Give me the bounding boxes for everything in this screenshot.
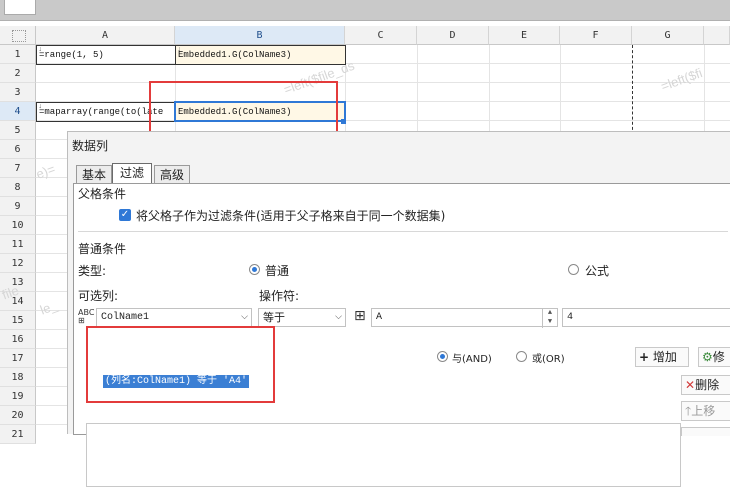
row-header[interactable]: 7	[0, 159, 36, 178]
column-header-f[interactable]: F	[560, 26, 632, 45]
value-type-text: A	[376, 312, 383, 323]
column-header-b[interactable]: B	[175, 26, 345, 45]
move-down-button[interactable]	[681, 427, 730, 436]
column-select-value: ColName1	[101, 312, 150, 323]
logic-or-label: 或(OR)	[532, 354, 565, 365]
parent-checkbox-label: 将父格子作为过滤条件(适用于父子格来自于同一个数据集)	[136, 209, 446, 223]
cell-expand-marker: ↓	[38, 46, 43, 54]
row-header[interactable]: 12	[0, 254, 36, 273]
operator-label: 操作符:	[259, 289, 300, 303]
value-input-text: 4	[567, 312, 574, 323]
cell-a1[interactable]: ↓ =range(1, 5)	[36, 45, 176, 65]
move-up-button-label: 上移	[691, 404, 716, 418]
delete-button[interactable]: ✕删除	[681, 375, 730, 395]
row-header[interactable]: 5	[0, 121, 36, 140]
cell-a4-text: =maparray(range(to(late	[39, 107, 164, 117]
column-header-h[interactable]	[704, 26, 730, 45]
row-header[interactable]: 21	[0, 425, 36, 444]
row-header[interactable]: 20	[0, 406, 36, 425]
row-header[interactable]: 17	[0, 349, 36, 368]
row-header[interactable]: 15	[0, 311, 36, 330]
toolbar-tab[interactable]	[4, 0, 36, 15]
type-normal-label: 普通	[265, 264, 290, 278]
move-up-button[interactable]: 🡑上移	[681, 401, 730, 421]
toolbar-strip	[0, 0, 730, 21]
type-normal-radio[interactable]	[249, 264, 260, 275]
grid-row	[36, 64, 730, 83]
normal-condition-heading: 普通条件	[78, 242, 127, 256]
divider	[78, 231, 728, 232]
tab-advanced[interactable]: 高级	[154, 165, 190, 184]
column-header-d[interactable]: D	[417, 26, 489, 45]
row-header[interactable]: 11	[0, 235, 36, 254]
add-button[interactable]: + 增加	[635, 347, 689, 367]
dialog-title: 数据列	[72, 139, 109, 153]
row-header[interactable]: 1	[0, 45, 36, 64]
row-header[interactable]: 8	[0, 178, 36, 197]
cell-expand-marker: ↓	[38, 103, 43, 111]
logic-and-label: 与(AND)	[452, 354, 492, 365]
checkbox-checked-icon[interactable]: ✓	[119, 209, 131, 221]
add-button-label: 增加	[652, 350, 677, 364]
column-header-e[interactable]: E	[489, 26, 560, 45]
row-header[interactable]: 4	[0, 102, 36, 121]
tab-basic[interactable]: 基本	[76, 165, 112, 184]
column-select[interactable]: ColName1 ⌵	[96, 308, 252, 327]
grid-corner-icon	[12, 30, 26, 42]
grid-row	[36, 83, 730, 102]
parent-condition-heading: 父格条件	[78, 187, 127, 201]
column-header-c[interactable]: C	[345, 26, 417, 45]
column-header-g[interactable]: G	[632, 26, 704, 45]
operator-select[interactable]: 等于 ⌵	[258, 308, 346, 327]
modify-button-label: 修	[712, 350, 725, 364]
row-header[interactable]: 10	[0, 216, 36, 235]
modify-button[interactable]: ⚙修	[698, 347, 730, 367]
column-header-a[interactable]: A	[36, 26, 175, 45]
cell-b1[interactable]: ↓ Embedded1.G(ColName3)	[175, 45, 346, 65]
row-header[interactable]: 3	[0, 83, 36, 102]
condition-list[interactable]	[86, 423, 681, 487]
annotation-box-condition	[86, 326, 275, 403]
chevron-down-icon: ⌵	[335, 312, 342, 322]
page-break-line	[632, 45, 633, 135]
cell-b1-text: Embedded1.G(ColName3)	[178, 50, 292, 60]
row-header[interactable]: 6	[0, 140, 36, 159]
value-input[interactable]: 4	[562, 308, 730, 327]
column-label: 可选列:	[78, 289, 119, 303]
row-header[interactable]: 9	[0, 197, 36, 216]
operator-select-value: 等于	[263, 311, 285, 324]
logic-and-radio[interactable]	[437, 351, 448, 362]
cell-a1-text: =range(1, 5)	[39, 50, 104, 60]
row-header[interactable]: 16	[0, 330, 36, 349]
spinner-up-down-icon[interactable]: ▲ ▼	[542, 309, 557, 328]
type-formula-label: 公式	[585, 264, 610, 278]
row-header[interactable]: 18	[0, 368, 36, 387]
modify-icon: ⚙	[702, 350, 713, 364]
select-all-corner[interactable]	[0, 26, 36, 45]
grid-value-icon[interactable]: ⊞	[354, 309, 366, 323]
cell-expand-marker: ↓	[177, 46, 182, 54]
value-type-select[interactable]: A ▲ ▼	[371, 308, 558, 328]
row-header[interactable]: 19	[0, 387, 36, 406]
tab-filter[interactable]: 过滤	[112, 163, 152, 184]
plus-icon: +	[639, 350, 650, 364]
chevron-down-icon: ⌵	[241, 312, 248, 322]
delete-x-icon: ✕	[685, 378, 696, 392]
delete-button-label: 删除	[695, 378, 720, 392]
abc-column-icon: ABC ⊞	[78, 308, 95, 325]
row-header[interactable]: 2	[0, 64, 36, 83]
logic-or-radio[interactable]	[516, 351, 527, 362]
fill-handle[interactable]	[341, 119, 346, 124]
type-label: 类型:	[78, 264, 107, 278]
type-formula-radio[interactable]	[568, 264, 579, 275]
